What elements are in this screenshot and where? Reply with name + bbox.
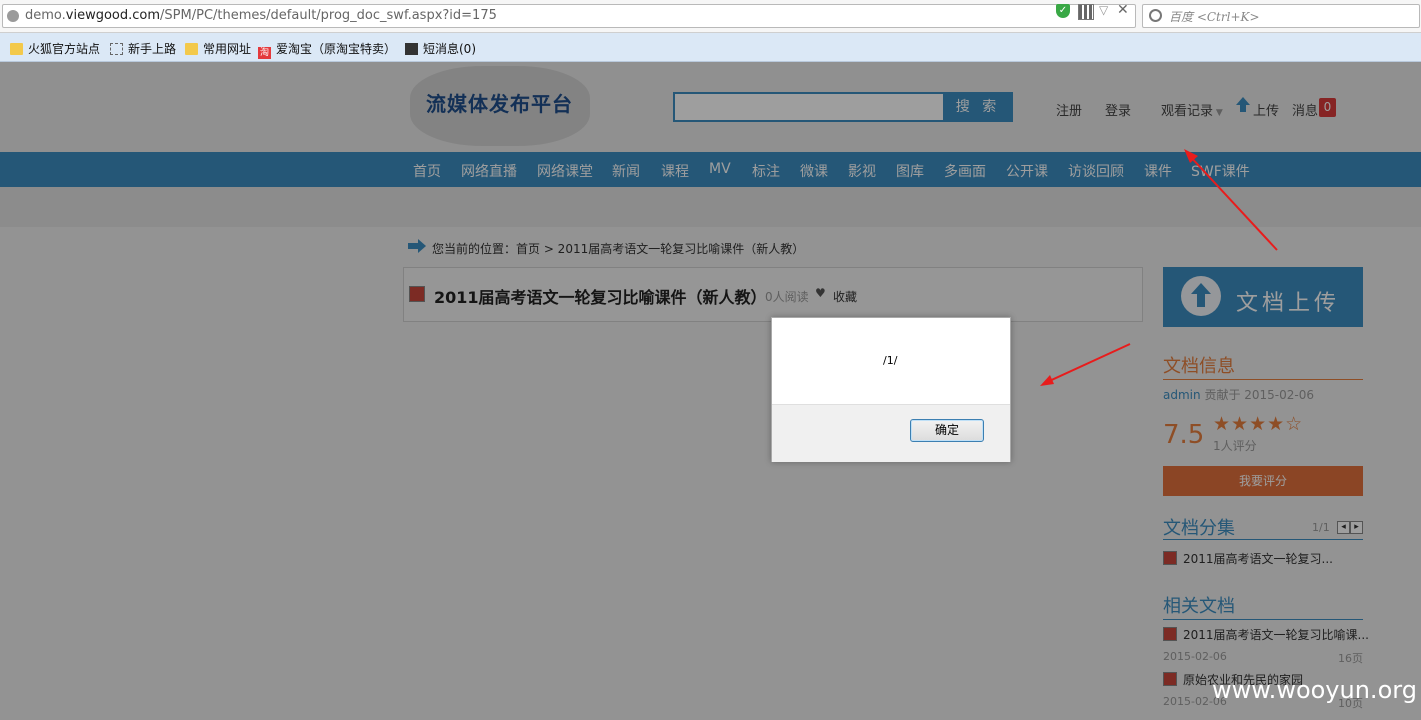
annotation-arrow-2 <box>1044 343 1131 384</box>
annotation-arrow-1 <box>1187 153 1278 251</box>
annotation-arrows <box>1040 149 1278 386</box>
watermark: www.wooyun.org <box>1212 676 1417 704</box>
annotation-arrowhead-1 <box>1184 149 1198 163</box>
annotation-arrowhead-2 <box>1040 375 1054 386</box>
